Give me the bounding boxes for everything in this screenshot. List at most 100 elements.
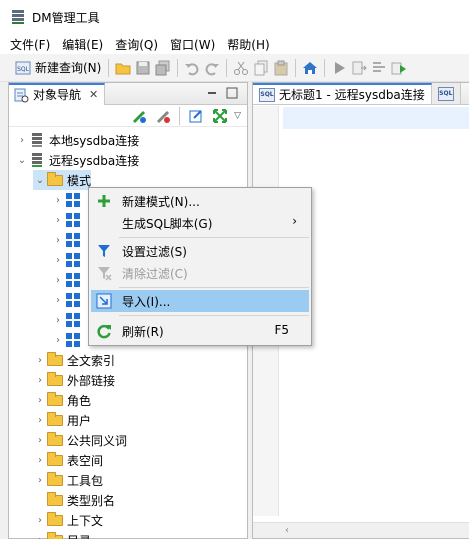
tab-untitled-query[interactable]: SQL 无标题1 - 远程sysdba连接 bbox=[253, 83, 432, 104]
save-all-icon[interactable] bbox=[155, 60, 171, 76]
run-icon[interactable] bbox=[331, 60, 347, 76]
copy-icon[interactable] bbox=[253, 60, 269, 76]
tree-node[interactable]: ⌄ 远程sysdba连接 bbox=[15, 150, 139, 170]
tree-node[interactable]: › 全文索引 bbox=[33, 350, 115, 370]
tree-node[interactable]: › 目录 bbox=[33, 530, 91, 539]
import-icon bbox=[96, 293, 112, 309]
tree-node[interactable]: › 表空间 bbox=[33, 450, 103, 470]
expand-arrow-icon[interactable]: › bbox=[33, 395, 47, 406]
horizontal-scrollbar[interactable]: ‹ bbox=[253, 522, 469, 538]
tree-node-schema[interactable]: › bbox=[51, 230, 85, 250]
expand-arrow-icon[interactable]: › bbox=[51, 275, 65, 286]
tree-node[interactable]: 类型别名 bbox=[33, 490, 115, 510]
menu-help[interactable]: 帮助(H) bbox=[221, 36, 275, 53]
connect-icon[interactable] bbox=[131, 108, 147, 124]
tree-node-schema[interactable]: › bbox=[51, 210, 85, 230]
new-query-button[interactable]: SQL 新建查询(N) bbox=[10, 57, 104, 79]
tree-node[interactable]: › 用户 bbox=[33, 410, 91, 430]
tree-node-schema[interactable]: › bbox=[51, 290, 85, 310]
expand-arrow-icon[interactable]: › bbox=[15, 135, 29, 146]
menu-item-new-schema[interactable]: 新建模式(N)... bbox=[91, 190, 309, 212]
menu-item-set-filter[interactable]: 设置过滤(S) bbox=[91, 240, 309, 262]
run-green-icon[interactable] bbox=[391, 60, 407, 76]
expand-arrow-icon[interactable]: › bbox=[51, 335, 65, 346]
expand-arrow-icon[interactable]: › bbox=[33, 515, 47, 526]
tree-node-schema[interactable]: › bbox=[51, 250, 85, 270]
tree-node-schema[interactable]: › bbox=[51, 270, 85, 290]
expand-arrow-icon[interactable]: › bbox=[33, 415, 47, 426]
save-icon[interactable] bbox=[135, 60, 151, 76]
maximize-icon[interactable] bbox=[225, 86, 239, 100]
tree-node[interactable]: › 外部链接 bbox=[33, 370, 115, 390]
menu-query[interactable]: 查询(Q) bbox=[109, 36, 164, 53]
tree-node-schema[interactable]: › bbox=[51, 190, 85, 210]
menu-item-generate-sql[interactable]: 生成SQL脚本(G) › bbox=[91, 212, 309, 234]
view-menu-icon[interactable]: ▽ bbox=[234, 111, 241, 121]
menu-bar: 文件(F) 编辑(E) 查询(Q) 窗口(W) 帮助(H) bbox=[0, 34, 469, 54]
sql-file-icon: SQL bbox=[437, 86, 454, 101]
tree-node-label: 全文索引 bbox=[67, 353, 116, 368]
expand-arrow-icon[interactable]: › bbox=[33, 535, 47, 539]
home-icon[interactable] bbox=[302, 60, 318, 76]
expand-arrow-icon[interactable]: › bbox=[33, 435, 47, 446]
context-menu: 新建模式(N)... 生成SQL脚本(G) › 设置过滤(S) 清除过滤(C) … bbox=[88, 187, 312, 346]
expand-arrow-icon[interactable]: › bbox=[51, 215, 65, 226]
tree-node[interactable]: › 公共同义词 bbox=[33, 430, 127, 450]
menu-item-import[interactable]: 导入(I)... bbox=[91, 290, 309, 312]
menu-edit[interactable]: 编辑(E) bbox=[56, 36, 109, 53]
expand-arrow-icon[interactable]: › bbox=[51, 235, 65, 246]
schema-icon bbox=[65, 212, 81, 228]
undo-icon[interactable] bbox=[184, 60, 200, 76]
cut-icon[interactable] bbox=[233, 60, 249, 76]
tree-node-label: 类型别名 bbox=[67, 493, 116, 508]
tree-node[interactable]: › 角色 bbox=[33, 390, 91, 410]
submenu-arrow-icon: › bbox=[292, 214, 297, 228]
editor-current-line[interactable] bbox=[283, 107, 469, 129]
tree-node-schema[interactable]: › bbox=[51, 310, 85, 330]
tree-node-label: 公共同义词 bbox=[67, 433, 128, 448]
minimize-icon[interactable] bbox=[205, 86, 219, 100]
menu-window[interactable]: 窗口(W) bbox=[164, 36, 221, 53]
expand-arrow-icon[interactable]: › bbox=[51, 255, 65, 266]
open-folder-icon[interactable] bbox=[115, 60, 131, 76]
collapse-arrow-icon[interactable]: ⌄ bbox=[33, 175, 47, 186]
expand-arrow-icon[interactable]: › bbox=[33, 355, 47, 366]
tree-node[interactable]: › 本地sysdba连接 bbox=[15, 130, 139, 150]
expand-arrow-icon[interactable]: › bbox=[51, 195, 65, 206]
tree-node-label: 表空间 bbox=[67, 453, 104, 468]
run-step-icon[interactable] bbox=[351, 60, 368, 76]
paste-icon[interactable] bbox=[273, 60, 289, 76]
tab-object-navigator[interactable]: 对象导航 ✕ bbox=[9, 82, 106, 105]
tab-second-query[interactable]: SQL bbox=[431, 83, 461, 104]
edit-icon[interactable] bbox=[188, 108, 204, 124]
menu-item-label: 新建模式(N)... bbox=[122, 195, 200, 209]
expand-arrow-icon[interactable]: › bbox=[51, 295, 65, 306]
expand-arrow-icon[interactable]: › bbox=[51, 315, 65, 326]
tree-node[interactable]: › 工具包 bbox=[33, 470, 103, 490]
expand-all-icon[interactable] bbox=[212, 108, 228, 124]
shortcut-label: F5 bbox=[274, 323, 289, 337]
navigator-icon bbox=[13, 87, 29, 103]
menu-item-refresh[interactable]: 刷新(R) F5 bbox=[91, 320, 309, 342]
expand-arrow-icon[interactable]: › bbox=[33, 475, 47, 486]
menu-separator bbox=[119, 315, 309, 316]
expand-arrow-icon[interactable]: › bbox=[33, 375, 47, 386]
collapse-arrow-icon[interactable]: ⌄ bbox=[15, 155, 29, 166]
expand-arrow-icon[interactable]: › bbox=[33, 455, 47, 466]
explain-icon[interactable] bbox=[371, 60, 387, 76]
filter-icon bbox=[96, 243, 112, 259]
menu-file[interactable]: 文件(F) bbox=[4, 36, 56, 53]
redo-icon[interactable] bbox=[204, 60, 220, 76]
new-query-label: 新建查询(N) bbox=[35, 61, 102, 75]
menu-item-clear-filter[interactable]: 清除过滤(C) bbox=[91, 262, 309, 284]
schema-icon bbox=[65, 312, 81, 328]
tree-node[interactable]: › 上下文 bbox=[33, 510, 103, 530]
scroll-left-icon[interactable]: ‹ bbox=[285, 525, 289, 536]
schema-icon bbox=[65, 232, 81, 248]
tree-node-schema[interactable]: › bbox=[51, 330, 85, 350]
tree-node-label: 用户 bbox=[67, 413, 92, 428]
tree-node[interactable]: ⌄ 模式 bbox=[33, 170, 92, 190]
disconnect-icon[interactable] bbox=[155, 108, 171, 124]
close-icon[interactable]: ✕ bbox=[89, 88, 98, 101]
folder-icon bbox=[47, 512, 63, 528]
